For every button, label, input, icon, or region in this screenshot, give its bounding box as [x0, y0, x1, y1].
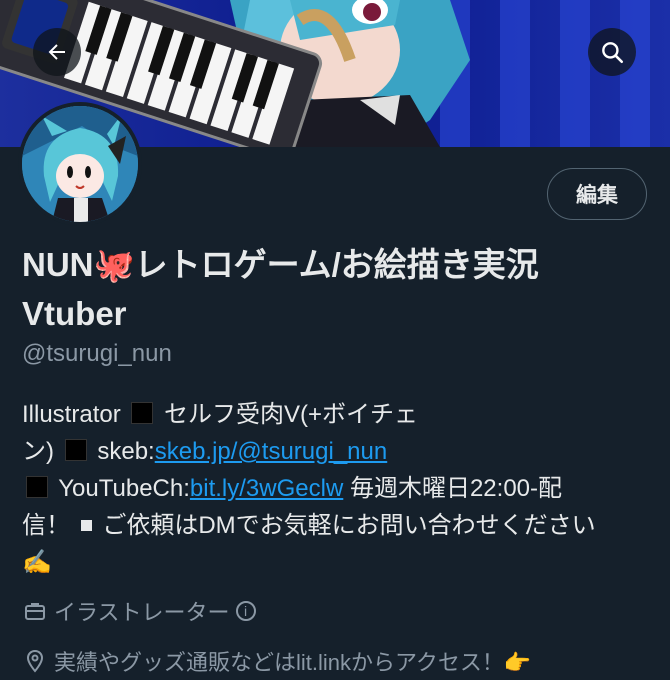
info-icon[interactable]: i	[235, 601, 256, 621]
display-name-line2: Vtuber	[22, 295, 127, 332]
small-square-icon	[80, 520, 92, 531]
bio-text: ご依頼はDMでお気軽にお問い合わせください	[102, 512, 596, 539]
location-pin-icon	[22, 648, 48, 674]
profile-location: 実績やグッズ通販などはlit.linkからアクセス！👉	[22, 645, 531, 677]
bio-text: セルフ受肉V(+ボイチェ	[164, 401, 419, 428]
profile-bio: Illustrator セルフ受肉V(+ボイチェ ン) skeb:skeb.jp…	[22, 396, 647, 581]
avatar[interactable]	[18, 102, 142, 226]
arrow-left-icon	[48, 44, 65, 60]
writing-hand-emoji: ✍️	[22, 549, 52, 576]
black-square-icon	[26, 476, 48, 498]
username-handle: @tsurugi_nun	[22, 340, 172, 367]
search-icon	[602, 42, 624, 64]
black-square-icon	[64, 439, 87, 461]
profile-category: イラストレーター i	[22, 595, 256, 627]
edit-profile-button[interactable]: 編集	[547, 168, 647, 220]
display-name: NUN🐙レトロゲーム/お絵描き実況 Vtuber	[22, 240, 652, 338]
avatar-image	[22, 106, 138, 222]
bio-text: skeb:	[97, 438, 155, 465]
youtube-link[interactable]: bit.ly/3wGeclw	[190, 475, 343, 502]
bio-text: YouTubeCh:	[58, 475, 190, 502]
briefcase-icon	[22, 598, 48, 624]
black-square-icon	[131, 402, 154, 424]
bio-text: 毎週木曜日22:00-配	[349, 475, 563, 502]
skeb-link[interactable]: skeb.jp/@tsurugi_nun	[155, 438, 388, 465]
bio-text: Illustrator	[22, 401, 121, 428]
search-button[interactable]	[588, 28, 636, 76]
location-label: 実績やグッズ通販などはlit.linkからアクセス！👉	[54, 650, 532, 675]
category-label: イラストレーター	[54, 600, 230, 625]
bio-text: 信！	[22, 512, 70, 539]
bio-text: ン)	[22, 438, 54, 465]
display-name-line1: NUN🐙レトロゲーム/お絵描き実況	[22, 246, 539, 283]
back-button[interactable]	[33, 28, 81, 76]
